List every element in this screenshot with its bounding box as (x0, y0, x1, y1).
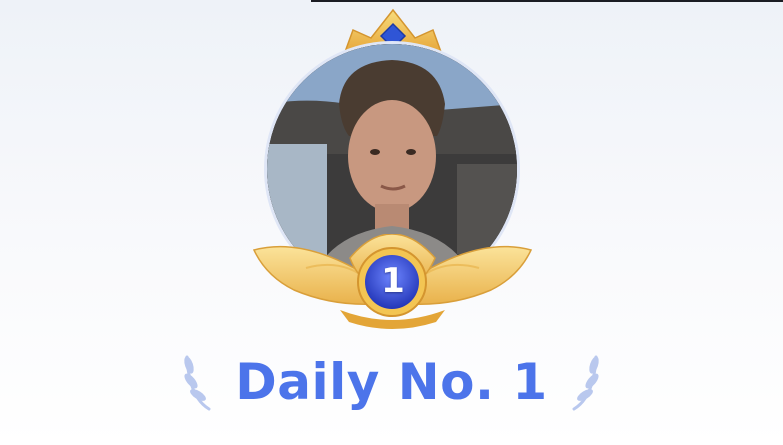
badge-title: Daily No. 1 (235, 353, 548, 411)
rank-number: 1 (381, 261, 405, 301)
top-edge-bar (311, 0, 783, 2)
laurel-right-icon (572, 355, 599, 411)
laurel-left-icon (184, 355, 211, 411)
daily-rank-badge: 1 (250, 8, 535, 330)
title-row: Daily No. 1 (0, 342, 783, 422)
